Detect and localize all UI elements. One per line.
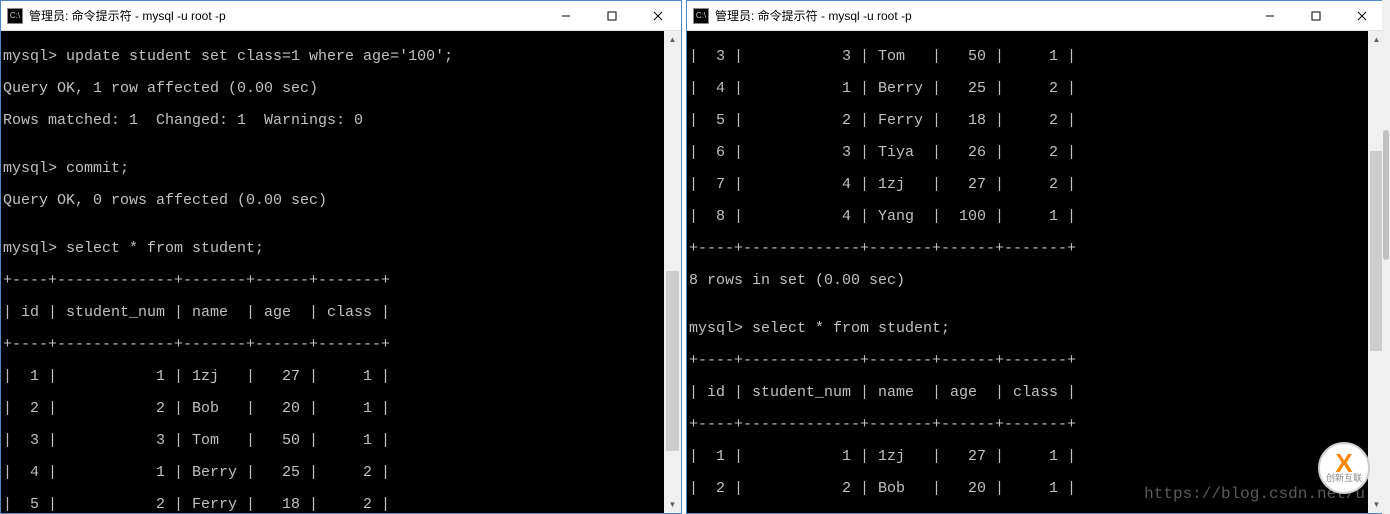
terminal-line: | 5 | 2 | Ferry | 18 | 2 | (689, 113, 1383, 129)
page-scrollbar[interactable] (1382, 0, 1390, 514)
terminal-line: mysql> update student set class=1 where … (3, 49, 679, 65)
brand-logo: X 创新互联 (1318, 442, 1370, 494)
terminal-line: | 3 | 3 | Tom | 50 | 1 | (689, 49, 1383, 65)
terminal-line: | 1 | 1 | 1zj | 27 | 1 | (3, 369, 679, 385)
terminal-line: Query OK, 0 rows affected (0.00 sec) (3, 193, 679, 209)
window-title: 管理员: 命令提示符 - mysql -u root -p (29, 7, 543, 24)
maximize-button[interactable] (589, 1, 635, 31)
title-bar[interactable]: C:\ 管理员: 命令提示符 - mysql -u root -p (687, 1, 1385, 31)
terminal-line: | 2 | 2 | Bob | 20 | 1 | (689, 481, 1383, 497)
page-scroll-thumb[interactable] (1383, 130, 1389, 260)
window-title: 管理员: 命令提示符 - mysql -u root -p (715, 7, 1247, 24)
scroll-down-icon[interactable]: ▼ (664, 496, 681, 513)
terminal-line: | id | student_num | name | age | class … (3, 305, 679, 321)
terminal-line: +----+-------------+-------+------+-----… (3, 273, 679, 289)
terminal-line: Query OK, 1 row affected (0.00 sec) (3, 81, 679, 97)
terminal-line: +----+-------------+-------+------+-----… (689, 241, 1383, 257)
terminal-line: | 4 | 1 | Berry | 25 | 2 | (3, 465, 679, 481)
title-bar[interactable]: C:\ 管理员: 命令提示符 - mysql -u root -p (1, 1, 681, 31)
cmd-icon: C:\ (693, 8, 709, 24)
terminal-line: | 6 | 3 | Tiya | 26 | 2 | (689, 145, 1383, 161)
terminal-line: | 8 | 4 | Yang | 100 | 1 | (689, 209, 1383, 225)
terminal-line: | id | student_num | name | age | class … (689, 385, 1383, 401)
terminal-line: mysql> commit; (3, 161, 679, 177)
cmd-icon: C:\ (7, 8, 23, 24)
terminal-line: mysql> select * from student; (689, 321, 1383, 337)
terminal-line: +----+-------------+-------+------+-----… (689, 417, 1383, 433)
terminal-line: | 2 | 2 | Bob | 20 | 1 | (3, 401, 679, 417)
terminal-window-left: C:\ 管理员: 命令提示符 - mysql -u root -p mysql>… (0, 0, 682, 514)
logo-label: 创新互联 (1326, 474, 1362, 483)
terminal-line: Rows matched: 1 Changed: 1 Warnings: 0 (3, 113, 679, 129)
terminal-window-right: C:\ 管理员: 命令提示符 - mysql -u root -p | 3 | … (686, 0, 1386, 514)
terminal-line: | 5 | 2 | Ferry | 18 | 2 | (3, 497, 679, 513)
terminal-line: 8 rows in set (0.00 sec) (689, 273, 1383, 289)
terminal-content[interactable]: mysql> update student set class=1 where … (1, 31, 681, 513)
terminal-line: | 7 | 4 | 1zj | 27 | 2 | (689, 177, 1383, 193)
terminal-line: +----+-------------+-------+------+-----… (3, 337, 679, 353)
logo-x-icon: X (1335, 453, 1352, 474)
scrollbar[interactable]: ▲ ▼ (664, 31, 681, 513)
terminal-line: | 1 | 1 | 1zj | 27 | 1 | (689, 449, 1383, 465)
scroll-up-icon[interactable]: ▲ (664, 31, 681, 48)
scroll-thumb[interactable] (666, 271, 679, 451)
terminal-content[interactable]: | 3 | 3 | Tom | 50 | 1 | | 4 | 1 | Berry… (687, 31, 1385, 513)
terminal-line: mysql> select * from student; (3, 241, 679, 257)
close-button[interactable] (1339, 1, 1385, 31)
terminal-line: | 3 | 3 | Tom | 50 | 1 | (3, 433, 679, 449)
minimize-button[interactable] (1247, 1, 1293, 31)
terminal-line: +----+-------------+-------+------+-----… (689, 353, 1383, 369)
maximize-button[interactable] (1293, 1, 1339, 31)
close-button[interactable] (635, 1, 681, 31)
minimize-button[interactable] (543, 1, 589, 31)
terminal-line: | 4 | 1 | Berry | 25 | 2 | (689, 81, 1383, 97)
